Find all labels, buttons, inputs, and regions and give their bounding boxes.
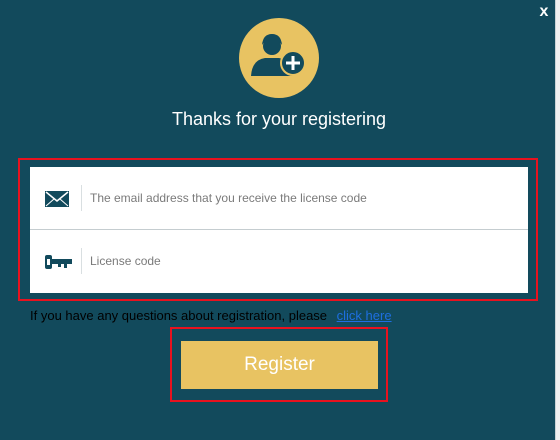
registration-dialog: x Thanks for your registering The email … [0, 0, 555, 440]
click-here-link[interactable]: click here [337, 308, 392, 323]
close-button[interactable]: x [536, 3, 552, 21]
key-icon [42, 246, 74, 276]
window-edge [555, 0, 560, 440]
user-add-icon [239, 18, 319, 98]
help-text: If you have any questions about registra… [30, 308, 392, 324]
register-button[interactable]: Register [181, 341, 378, 389]
field-divider [81, 248, 82, 274]
registration-form [30, 167, 528, 293]
envelope-icon [42, 183, 74, 213]
help-message: If you have any questions about registra… [30, 308, 328, 323]
license-code-field[interactable] [90, 248, 510, 274]
email-row [30, 167, 528, 230]
license-row [30, 230, 528, 293]
dialog-title: Thanks for your registering [171, 109, 387, 129]
field-divider [81, 185, 82, 211]
email-field[interactable] [90, 185, 510, 211]
